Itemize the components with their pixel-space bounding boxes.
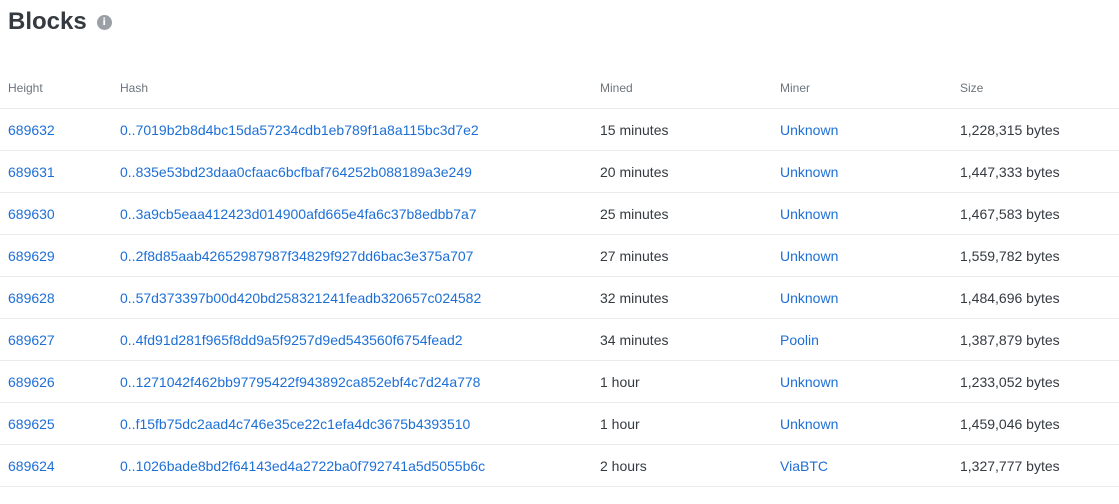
block-size: 1,233,052 bytes	[960, 360, 1119, 403]
block-miner-link[interactable]: Unknown	[780, 416, 838, 432]
block-size: 1,387,879 bytes	[960, 318, 1119, 361]
block-miner-link[interactable]: Poolin	[780, 332, 819, 348]
block-mined-time: 32 minutes	[600, 276, 780, 319]
block-mined-time: 1 hour	[600, 360, 780, 403]
block-size: 1,327,777 bytes	[960, 444, 1119, 487]
column-header-size: Size	[960, 67, 1119, 109]
block-height-link[interactable]: 689627	[8, 332, 55, 348]
block-height-link[interactable]: 689629	[8, 248, 55, 264]
block-hash-link[interactable]: 0..f15fb75dc2aad4c746e35ce22c1efa4dc3675…	[120, 416, 470, 432]
table-row: 689631 0..835e53bd23daa0cfaac6bcfbaf7642…	[0, 150, 1119, 193]
block-miner-link[interactable]: Unknown	[780, 290, 838, 306]
column-header-mined: Mined	[600, 67, 780, 109]
block-height-link[interactable]: 689628	[8, 290, 55, 306]
block-mined-time: 34 minutes	[600, 318, 780, 361]
block-size: 1,467,583 bytes	[960, 192, 1119, 235]
block-hash-link[interactable]: 0..7019b2b8d4bc15da57234cdb1eb789f1a8a11…	[120, 122, 479, 138]
block-height-link[interactable]: 689631	[8, 164, 55, 180]
block-miner-link[interactable]: Unknown	[780, 122, 838, 138]
block-mined-time: 27 minutes	[600, 234, 780, 277]
block-size: 1,484,696 bytes	[960, 276, 1119, 319]
block-height-link[interactable]: 689630	[8, 206, 55, 222]
block-mined-time: 25 minutes	[600, 192, 780, 235]
block-size: 1,459,046 bytes	[960, 402, 1119, 445]
block-height-link[interactable]: 689624	[8, 458, 55, 474]
block-miner-link[interactable]: ViaBTC	[780, 458, 828, 474]
block-size: 1,447,333 bytes	[960, 150, 1119, 193]
table-row: 689628 0..57d373397b00d420bd258321241fea…	[0, 276, 1119, 319]
table-header-row: Height Hash Mined Miner Size	[0, 67, 1119, 109]
block-mined-time: 1 hour	[600, 402, 780, 445]
table-row: 689630 0..3a9cb5eaa412423d014900afd665e4…	[0, 192, 1119, 235]
table-row: 689629 0..2f8d85aab42652987987f34829f927…	[0, 234, 1119, 277]
block-hash-link[interactable]: 0..57d373397b00d420bd258321241feadb32065…	[120, 290, 481, 306]
table-row: 689627 0..4fd91d281f965f8dd9a5f9257d9ed5…	[0, 318, 1119, 361]
page-header: Blocks i	[8, 6, 112, 38]
blocks-table: Height Hash Mined Miner Size 689632 0..7…	[0, 67, 1119, 487]
page-title: Blocks	[8, 8, 87, 35]
block-hash-link[interactable]: 0..1026bade8bd2f64143ed4a2722ba0f792741a…	[120, 458, 485, 474]
block-hash-link[interactable]: 0..1271042f462bb97795422f943892ca852ebf4…	[120, 374, 480, 390]
info-icon[interactable]: i	[96, 14, 112, 30]
table-row: 689625 0..f15fb75dc2aad4c746e35ce22c1efa…	[0, 402, 1119, 445]
table-row: 689624 0..1026bade8bd2f64143ed4a2722ba0f…	[0, 444, 1119, 487]
block-height-link[interactable]: 689625	[8, 416, 55, 432]
block-hash-link[interactable]: 0..2f8d85aab42652987987f34829f927dd6bac3…	[120, 248, 473, 264]
block-height-link[interactable]: 689626	[8, 374, 55, 390]
table-row: 689632 0..7019b2b8d4bc15da57234cdb1eb789…	[0, 108, 1119, 151]
column-header-height: Height	[0, 67, 120, 109]
column-header-miner: Miner	[780, 67, 960, 109]
column-header-hash: Hash	[120, 67, 600, 109]
block-mined-time: 2 hours	[600, 444, 780, 487]
block-hash-link[interactable]: 0..835e53bd23daa0cfaac6bcfbaf764252b0881…	[120, 164, 472, 180]
block-miner-link[interactable]: Unknown	[780, 164, 838, 180]
block-mined-time: 15 minutes	[600, 108, 780, 151]
block-height-link[interactable]: 689632	[8, 122, 55, 138]
block-size: 1,228,315 bytes	[960, 108, 1119, 151]
block-hash-link[interactable]: 0..4fd91d281f965f8dd9a5f9257d9ed543560f6…	[120, 332, 463, 348]
block-miner-link[interactable]: Unknown	[780, 248, 838, 264]
table-row: 689626 0..1271042f462bb97795422f943892ca…	[0, 360, 1119, 403]
block-miner-link[interactable]: Unknown	[780, 374, 838, 390]
block-miner-link[interactable]: Unknown	[780, 206, 838, 222]
block-size: 1,559,782 bytes	[960, 234, 1119, 277]
block-mined-time: 20 minutes	[600, 150, 780, 193]
block-hash-link[interactable]: 0..3a9cb5eaa412423d014900afd665e4fa6c37b…	[120, 206, 477, 222]
